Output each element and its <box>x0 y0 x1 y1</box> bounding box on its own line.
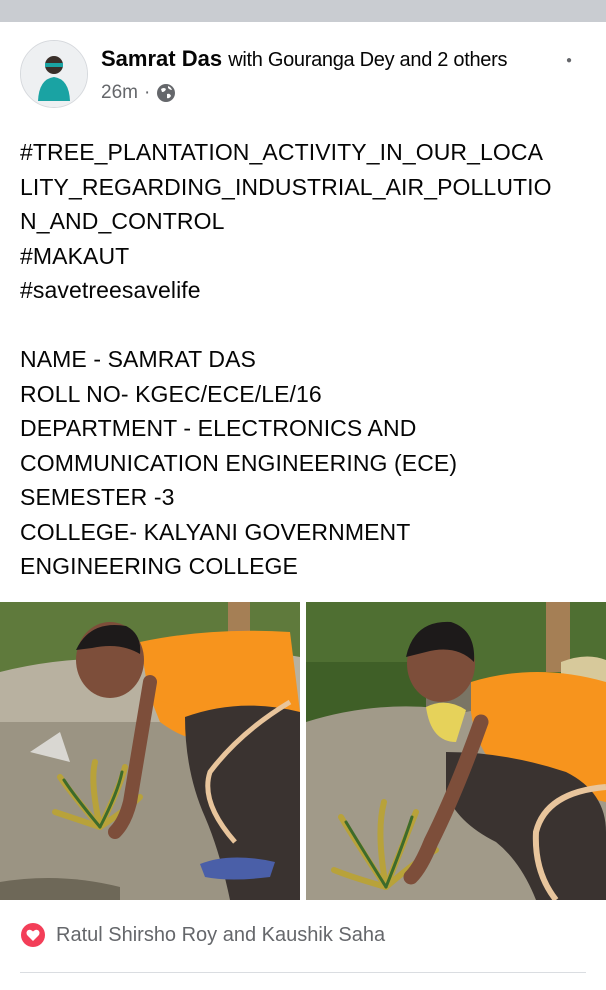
post-text-line: COLLEGE- KALYANI GOVERNMENT <box>20 518 411 545</box>
reactions-summary[interactable]: Ratul Shirsho Roy and Kaushik Saha <box>20 922 385 948</box>
post-photos <box>0 602 606 900</box>
post-text-line: ENGINEERING COLLEGE <box>20 553 298 579</box>
post-meta: 26m · <box>101 82 176 104</box>
post-text-line: LITY_REGARDING_INDUSTRIAL_AIR_POLLUTIO <box>20 173 552 200</box>
post-text-line[interactable]: #savetreesavelife <box>20 273 590 308</box>
post-text-line: DEPARTMENT - ELECTRONICS AND <box>20 415 417 441</box>
post-header: Samrat Das with Gouranga Dey and 2 other… <box>0 40 606 112</box>
post-text-line[interactable]: #TREE_PLANTATION_ACTIVITY_IN_OUR_LOCA <box>20 135 590 170</box>
post-body-text: #TREE_PLANTATION_ACTIVITY_IN_OUR_LOCA LI… <box>20 135 590 584</box>
avatar-photo <box>21 41 87 107</box>
post-photo-1[interactable] <box>0 602 300 900</box>
status-bar <box>0 0 606 22</box>
bullet-dot-icon: ● <box>566 55 573 66</box>
post-photo-2[interactable] <box>306 602 606 900</box>
post-text-line: SEMESTER -3 <box>20 484 175 510</box>
photo-1-image <box>0 602 300 900</box>
post-text-line: NAME - SAMRAT DAS <box>20 346 256 372</box>
photo-2-image <box>306 602 606 900</box>
post-text-line: ROLL NO- KGEC/ECE/LE/16 <box>20 380 322 407</box>
tagged-with-text[interactable]: with Gouranga Dey and 2 others <box>228 49 507 71</box>
post-text-line <box>20 308 590 343</box>
post-text-line[interactable]: #MAKAUT <box>20 239 590 274</box>
globe-icon <box>157 84 176 102</box>
post-time[interactable]: 26m <box>101 82 138 104</box>
love-reaction-icon <box>21 923 45 947</box>
post-author-line: Samrat Das with Gouranga Dey and 2 other… <box>101 46 507 72</box>
meta-separator: · <box>143 82 151 103</box>
divider <box>20 972 586 973</box>
author-avatar[interactable] <box>20 40 88 108</box>
post-text-line: COMMUNICATION ENGINEERING (ECE) <box>20 449 458 476</box>
author-name[interactable]: Samrat Das <box>101 46 222 71</box>
reactions-names[interactable]: Ratul Shirsho Roy and Kaushik Saha <box>56 924 385 947</box>
post-text-line: N_AND_CONTROL <box>20 208 225 234</box>
